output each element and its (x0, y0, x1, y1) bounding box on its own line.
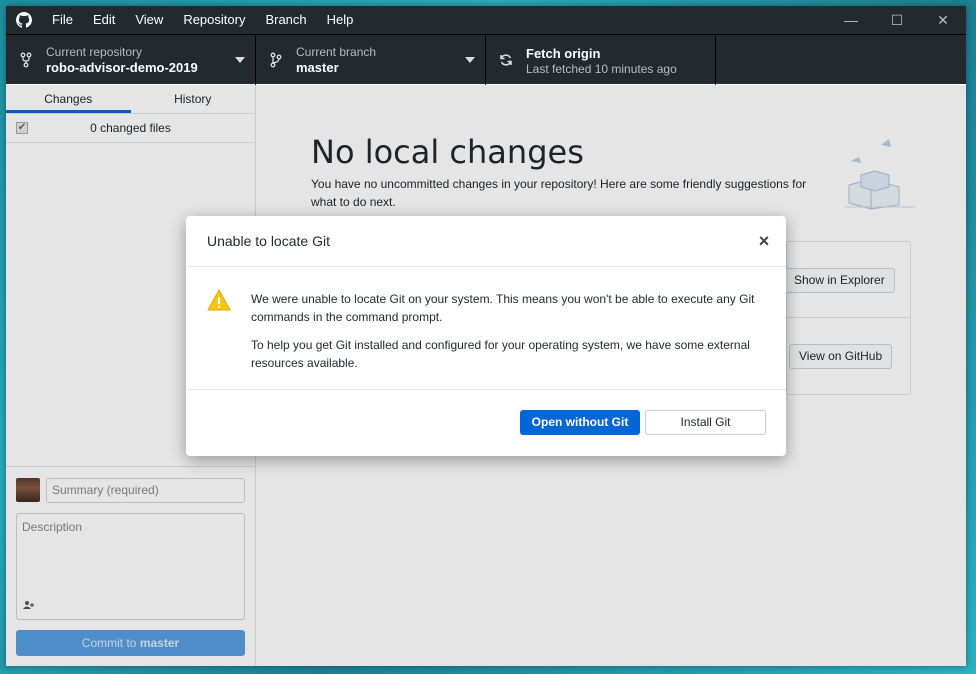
dialog-title: Unable to locate Git (207, 233, 330, 249)
current-repository-dropdown[interactable]: Current repository robo-advisor-demo-201… (6, 35, 256, 85)
menu-view[interactable]: View (125, 6, 173, 34)
repo-label: Current repository (46, 45, 143, 59)
dialog-footer: Open without Git Install Git (186, 390, 786, 455)
dialog-header: Unable to locate Git × (186, 216, 786, 267)
sync-icon (496, 53, 516, 67)
branch-label: Current branch (296, 45, 377, 59)
chevron-down-icon (465, 57, 475, 63)
chevron-down-icon (235, 57, 245, 63)
dialog-body: We were unable to locate Git on your sys… (186, 267, 786, 390)
branch-name: master (296, 60, 339, 75)
dialog-message: We were unable to locate Git on your sys… (251, 292, 755, 324)
repo-icon (16, 52, 36, 68)
unable-to-locate-git-dialog: Unable to locate Git × We were unable to… (186, 216, 786, 456)
title-bar: File Edit View Repository Branch Help — … (6, 6, 966, 34)
repo-name: robo-advisor-demo-2019 (46, 60, 198, 75)
maximize-button[interactable]: ☐ (874, 6, 920, 34)
close-icon[interactable]: × (756, 232, 772, 250)
menu-help[interactable]: Help (317, 6, 364, 34)
install-git-button[interactable]: Install Git (645, 410, 766, 435)
menu-branch[interactable]: Branch (255, 6, 316, 34)
open-without-git-button[interactable]: Open without Git (520, 410, 640, 435)
fetch-status: Last fetched 10 minutes ago (526, 61, 677, 76)
dialog-help-text: To help you get Git installed and config… (251, 338, 750, 370)
menu-bar: File Edit View Repository Branch Help (42, 6, 363, 34)
close-button[interactable]: ✕ (920, 6, 966, 34)
menu-edit[interactable]: Edit (83, 6, 125, 34)
fetch-title: Fetch origin (526, 45, 601, 61)
window-controls: — ☐ ✕ (828, 6, 966, 34)
menu-file[interactable]: File (42, 6, 83, 34)
current-branch-dropdown[interactable]: Current branch master (256, 35, 486, 85)
github-logo-icon (6, 6, 42, 34)
fetch-origin-button[interactable]: Fetch origin Last fetched 10 minutes ago (486, 35, 716, 85)
menu-repository[interactable]: Repository (173, 6, 255, 34)
warning-icon (207, 289, 231, 314)
branch-icon (266, 52, 286, 68)
toolbar: Current repository robo-advisor-demo-201… (6, 34, 966, 85)
minimize-button[interactable]: — (828, 6, 874, 34)
